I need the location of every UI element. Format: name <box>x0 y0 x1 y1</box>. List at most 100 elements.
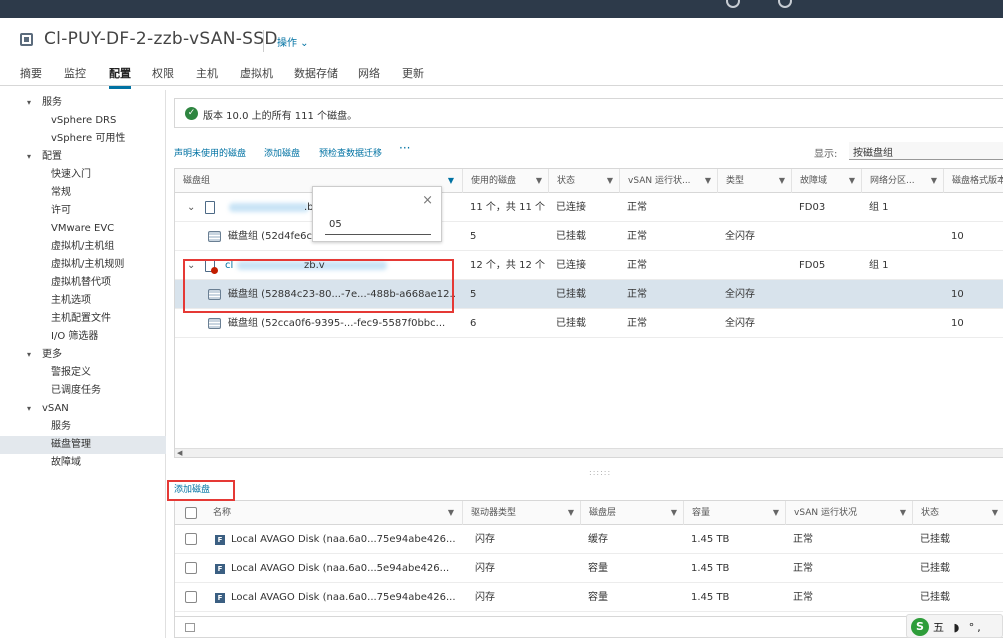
help-icon[interactable] <box>726 0 740 8</box>
table-row[interactable]: 磁盘组 (52d4fe6c- 5 已挂载 正常 全闪存 10 <box>175 222 1003 251</box>
filter-input[interactable]: 05 <box>325 217 431 235</box>
sidebar-item-alarm-definitions[interactable]: 警报定义 <box>0 364 166 382</box>
show-by-select[interactable]: 按磁盘组 <box>849 142 1003 160</box>
filter-icon[interactable]: ▼ <box>779 169 785 193</box>
add-disks-button[interactable]: 添加磁盘 <box>264 146 300 159</box>
ime-status: 五 ◗ °, <box>933 621 984 634</box>
filter-icon[interactable]: ▼ <box>671 501 677 525</box>
user-icon[interactable] <box>778 0 792 8</box>
cell-format: 10 <box>951 318 964 329</box>
highlight-box <box>167 480 235 501</box>
sidebar-item-vmware-evc[interactable]: VMware EVC <box>0 220 166 238</box>
sidebar-group-config[interactable]: ▾ 配置 <box>0 148 166 166</box>
select-all-checkbox[interactable] <box>185 507 197 519</box>
column-header-state[interactable]: 状态 ▼ <box>912 501 1003 525</box>
column-toggle-icon[interactable] <box>185 623 195 632</box>
horizontal-scrollbar[interactable]: ◀ <box>175 448 1003 457</box>
filter-icon[interactable]: ▼ <box>849 169 855 193</box>
tab-vms[interactable]: 虚拟机 <box>240 65 273 81</box>
column-header-disk-format[interactable]: 磁盘格式版本 <box>943 169 1003 193</box>
pane-splitter[interactable]: :::::: <box>589 468 611 477</box>
row-checkbox[interactable] <box>185 562 197 574</box>
table-row[interactable]: ⌄ g .b 11 个，共 11 个 已连接 正常 FD03 组 1 <box>175 193 1003 222</box>
column-header-name[interactable]: 名称 ▼ <box>205 501 460 525</box>
cell-health: 正常 <box>627 202 647 213</box>
close-icon[interactable]: × <box>422 193 433 208</box>
column-header-vsan-health[interactable]: vSAN 运行状况 ▼ <box>785 501 912 525</box>
sidebar-item-disk-management[interactable]: 磁盘管理 <box>0 436 166 454</box>
sidebar-item-general[interactable]: 常规 <box>0 184 166 202</box>
claim-unused-disks-button[interactable]: 声明未使用的磁盘 <box>174 146 246 159</box>
table-row[interactable]: F Local AVAGO Disk (naa.6a0...75e94abe42… <box>175 525 1003 554</box>
filter-icon[interactable]: ▼ <box>900 501 906 525</box>
column-header-fault-domain[interactable]: 故障域 ▼ <box>791 169 861 193</box>
column-header-type[interactable]: 类型 ▼ <box>717 169 791 193</box>
cell-disk-group-name: 磁盘组 (52cca0f6-9395-...-fec9-5587f0bbc... <box>228 318 446 329</box>
sidebar-item-fault-domains[interactable]: 故障域 <box>0 454 166 472</box>
row-checkbox[interactable] <box>185 591 197 603</box>
column-header-capacity[interactable]: 容量 ▼ <box>683 501 785 525</box>
table-row[interactable]: 磁盘组 (52cca0f6-9395-...-fec9-5587f0bbc...… <box>175 309 1003 338</box>
tab-summary[interactable]: 摘要 <box>20 65 42 81</box>
sidebar-item-host-profile[interactable]: 主机配置文件 <box>0 310 166 328</box>
tab-updates[interactable]: 更新 <box>402 65 424 81</box>
column-header-drive-type[interactable]: 驱动器类型 ▼ <box>462 501 580 525</box>
cell-disks-used: 6 <box>470 318 477 329</box>
tab-configure[interactable]: 配置 <box>109 65 131 89</box>
header-divider <box>263 30 264 52</box>
cell-drive-type: 闪存 <box>475 592 495 603</box>
cell-state: 已挂载 <box>556 231 586 242</box>
column-header-network-partition[interactable]: 网络分区... ▼ <box>861 169 943 193</box>
filter-icon[interactable]: ▼ <box>607 169 613 193</box>
sidebar-item-vsphere-ha[interactable]: vSphere 可用性 <box>0 130 166 148</box>
column-header-vsan-health[interactable]: vSAN 运行状... ▼ <box>619 169 717 193</box>
sidebar-item-vsphere-drs[interactable]: vSphere DRS <box>0 112 166 130</box>
column-header-disk-tier[interactable]: 磁盘层 ▼ <box>580 501 683 525</box>
cell-disk-tier: 容量 <box>588 592 608 603</box>
table-row[interactable]: F Local AVAGO Disk (naa.6a0...5e94abe426… <box>175 554 1003 583</box>
cell-type: 全闪存 <box>725 318 755 329</box>
sidebar-item-host-options[interactable]: 主机选项 <box>0 292 166 310</box>
tab-hosts[interactable]: 主机 <box>196 65 218 81</box>
sidebar-item-scheduled-tasks[interactable]: 已调度任务 <box>0 382 166 400</box>
column-header-disks-used[interactable]: 使用的磁盘 ▼ <box>462 169 548 193</box>
tab-datastores[interactable]: 数据存储 <box>294 65 338 81</box>
table-row[interactable]: F Local AVAGO Disk (naa.6a0...75e94abe42… <box>175 583 1003 612</box>
host-name[interactable]: g <box>217 193 225 222</box>
precheck-migration-button[interactable]: 预检查数据迁移 <box>319 146 382 159</box>
cell-drive-type: 闪存 <box>475 534 495 545</box>
sidebar-group-vsan[interactable]: ▾ vSAN <box>0 400 166 418</box>
filter-icon[interactable]: ▼ <box>448 501 454 525</box>
filter-icon[interactable]: ▼ <box>705 169 711 193</box>
filter-icon[interactable]: ▼ <box>448 169 454 193</box>
sidebar-group-more[interactable]: ▾ 更多 <box>0 346 166 364</box>
actions-menu-button[interactable]: 操作 ⌄ <box>277 34 309 49</box>
cell-disk-tier: 缓存 <box>588 534 608 545</box>
sidebar-item-vm-host-rules[interactable]: 虚拟机/主机规则 <box>0 256 166 274</box>
cell-capacity: 1.45 TB <box>691 592 730 603</box>
scroll-left-icon[interactable]: ◀ <box>177 449 182 457</box>
tab-permissions[interactable]: 权限 <box>152 65 174 81</box>
filter-icon[interactable]: ▼ <box>773 501 779 525</box>
tab-networks[interactable]: 网络 <box>358 65 380 81</box>
filter-icon[interactable]: ▼ <box>992 501 998 525</box>
more-actions-icon[interactable]: ··· <box>399 141 410 155</box>
cell-type: 全闪存 <box>725 231 755 242</box>
sidebar-item-io-filters[interactable]: I/O 筛选器 <box>0 328 166 346</box>
tab-monitor[interactable]: 监控 <box>64 65 86 81</box>
column-header-state[interactable]: 状态 ▼ <box>548 169 619 193</box>
row-checkbox[interactable] <box>185 533 197 545</box>
sidebar-item-quickstart[interactable]: 快速入门 <box>0 166 166 184</box>
grid-header: 磁盘组 ▼ 使用的磁盘 ▼ 状态 ▼ vSAN 运行状... ▼ 类型 ▼ 故障域 ▼ 网络… <box>175 169 1003 193</box>
sidebar-item-vm-overrides[interactable]: 虚拟机替代项 <box>0 274 166 292</box>
filter-icon[interactable]: ▼ <box>931 169 937 193</box>
sidebar-group-services[interactable]: ▾ 服务 <box>0 94 166 112</box>
caret-down-icon: ▾ <box>27 152 32 161</box>
sidebar-item-vm-host-groups[interactable]: 虚拟机/主机组 <box>0 238 166 256</box>
sidebar-item-vsan-services[interactable]: 服务 <box>0 418 166 436</box>
filter-icon[interactable]: ▼ <box>536 169 542 193</box>
ime-toolbar[interactable]: S 五 ◗ °, <box>906 614 1003 638</box>
chevron-down-icon[interactable]: ⌄ <box>187 193 195 222</box>
filter-icon[interactable]: ▼ <box>568 501 574 525</box>
sidebar-item-license[interactable]: 许可 <box>0 202 166 220</box>
